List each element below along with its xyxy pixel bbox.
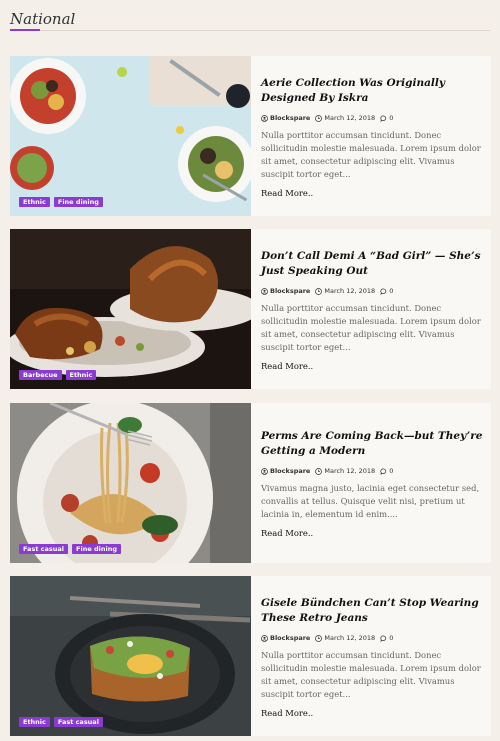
- author-meta[interactable]: Blockspare: [261, 634, 310, 642]
- user-icon: [261, 114, 268, 122]
- date-meta: March 12, 2018: [315, 287, 375, 295]
- date-meta: March 12, 2018: [315, 467, 375, 475]
- read-more-link[interactable]: Read More..: [261, 188, 313, 198]
- section-header: National: [10, 8, 490, 32]
- comments-meta[interactable]: 0: [380, 634, 393, 642]
- post-date: March 12, 2018: [324, 467, 376, 475]
- tag-link[interactable]: Fine dining: [72, 543, 122, 554]
- tag-link[interactable]: Fast casual: [19, 543, 69, 554]
- post-card: Ethnic Fast casual Gisele Bündchen Can’t…: [10, 576, 491, 736]
- post-excerpt: Nulla porttitor accumsan tincidunt. Done…: [261, 130, 481, 179]
- post-thumbnail: [10, 229, 251, 389]
- post-author: Blockspare: [270, 634, 311, 642]
- user-icon: [261, 467, 268, 475]
- post-body: Aerie Collection Was Originally Designed…: [261, 76, 487, 200]
- author-meta[interactable]: Blockspare: [261, 467, 310, 475]
- read-more-link[interactable]: Read More..: [261, 361, 313, 371]
- post-title[interactable]: Gisele Bündchen Can’t Stop Wearing These…: [261, 596, 487, 626]
- post-body: Don’t Call Demi A “Bad Girl” — She’s Jus…: [261, 249, 487, 373]
- tag-list: Ethnic Fine dining: [19, 196, 103, 207]
- post-card: Ethnic Fine dining Aerie Collection Was …: [10, 56, 491, 216]
- post-author: Blockspare: [270, 114, 311, 122]
- tag-list: Barbecue Ethnic: [19, 369, 97, 380]
- post-body: Gisele Bündchen Can’t Stop Wearing These…: [261, 596, 487, 720]
- comment-icon: [380, 115, 387, 122]
- post-card: Fast casual Fine dining Perms Are Coming…: [10, 403, 491, 563]
- read-more-link[interactable]: Read More..: [261, 528, 313, 538]
- post-meta: Blockspare March 12, 2018 0: [261, 287, 487, 295]
- spaghetti-photo[interactable]: Fast casual Fine dining: [10, 403, 251, 563]
- comment-count: 0: [389, 287, 394, 295]
- clock-icon: [315, 287, 323, 295]
- post-thumbnail: [10, 403, 251, 563]
- post-excerpt: Vivamus magna justo, lacinia eget consec…: [261, 483, 480, 519]
- user-icon: [261, 287, 268, 295]
- tag-link[interactable]: Ethnic: [65, 369, 97, 380]
- comments-meta[interactable]: 0: [380, 114, 393, 122]
- comment-count: 0: [389, 114, 394, 122]
- date-meta: March 12, 2018: [315, 634, 375, 642]
- post-excerpt: Nulla porttitor accumsan tincidunt. Done…: [261, 650, 481, 699]
- post-meta: Blockspare March 12, 2018 0: [261, 467, 487, 475]
- post-title[interactable]: Aerie Collection Was Originally Designed…: [261, 76, 487, 106]
- tag-link[interactable]: Ethnic: [19, 196, 50, 207]
- roast-chicken-photo[interactable]: Barbecue Ethnic: [10, 229, 251, 389]
- post-thumbnail: [10, 56, 251, 216]
- post-thumbnail: [10, 576, 251, 736]
- read-more-link[interactable]: Read More..: [261, 708, 313, 718]
- post-date: March 12, 2018: [324, 114, 376, 122]
- avocado-toast-photo[interactable]: Ethnic Fast casual: [10, 576, 251, 736]
- post-meta: Blockspare March 12, 2018 0: [261, 114, 487, 122]
- post-author: Blockspare: [270, 287, 311, 295]
- author-meta[interactable]: Blockspare: [261, 287, 310, 295]
- user-icon: [261, 634, 268, 642]
- post-card: Barbecue Ethnic Don’t Call Demi A “Bad G…: [10, 229, 491, 389]
- post-author: Blockspare: [270, 467, 311, 475]
- comment-icon: [380, 288, 387, 295]
- comment-count: 0: [389, 467, 394, 475]
- post-title[interactable]: Perms Are Coming Back—but They’re Gettin…: [261, 429, 487, 459]
- comment-icon: [380, 635, 387, 642]
- post-date: March 12, 2018: [324, 634, 376, 642]
- post-meta: Blockspare March 12, 2018 0: [261, 634, 487, 642]
- tag-link[interactable]: Ethnic: [19, 716, 50, 727]
- tag-list: Fast casual Fine dining: [19, 543, 122, 554]
- comments-meta[interactable]: 0: [380, 467, 393, 475]
- clock-icon: [315, 467, 323, 475]
- comment-icon: [380, 468, 387, 475]
- section-accent-bar: [10, 29, 40, 31]
- author-meta[interactable]: Blockspare: [261, 114, 310, 122]
- section-title: National: [10, 10, 76, 28]
- tag-link[interactable]: Fast casual: [53, 716, 103, 727]
- post-body: Perms Are Coming Back—but They’re Gettin…: [261, 429, 487, 540]
- clock-icon: [315, 634, 323, 642]
- comment-count: 0: [389, 634, 394, 642]
- comments-meta[interactable]: 0: [380, 287, 393, 295]
- section-divider: [10, 30, 490, 31]
- post-title[interactable]: Don’t Call Demi A “Bad Girl” — She’s Jus…: [261, 249, 487, 279]
- tag-link[interactable]: Fine dining: [53, 196, 103, 207]
- salad-plates-photo[interactable]: Ethnic Fine dining: [10, 56, 251, 216]
- post-date: March 12, 2018: [324, 287, 376, 295]
- clock-icon: [315, 114, 323, 122]
- post-excerpt: Nulla porttitor accumsan tincidunt. Done…: [261, 303, 481, 352]
- tag-list: Ethnic Fast casual: [19, 716, 103, 727]
- date-meta: March 12, 2018: [315, 114, 375, 122]
- tag-link[interactable]: Barbecue: [19, 369, 62, 380]
